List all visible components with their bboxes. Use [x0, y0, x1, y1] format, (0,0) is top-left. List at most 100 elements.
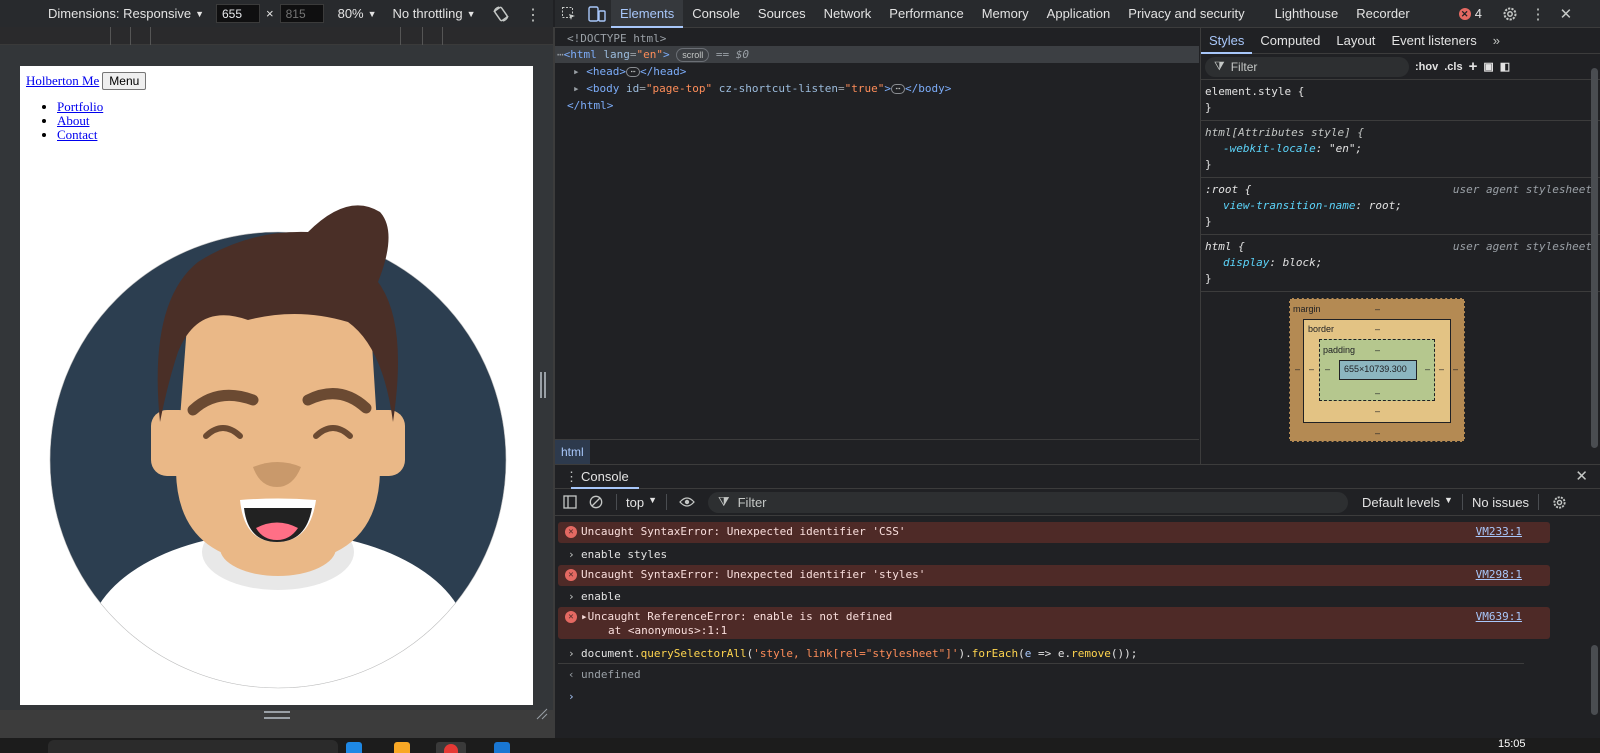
rule-property[interactable]: display: [1223, 256, 1269, 269]
padding-top-value[interactable]: –: [1375, 345, 1380, 355]
tab-memory[interactable]: Memory: [973, 0, 1038, 28]
rule-value[interactable]: "en";: [1329, 142, 1362, 155]
margin-left-value[interactable]: –: [1295, 364, 1300, 374]
tab-privacy-security[interactable]: Privacy and security: [1119, 0, 1253, 28]
close-icon[interactable]: ✕: [1552, 5, 1580, 23]
console-prompt[interactable]: ›: [558, 687, 1550, 707]
border-top-value[interactable]: –: [1375, 324, 1380, 334]
border-bottom-value[interactable]: –: [1375, 406, 1380, 416]
ellipsis-badge[interactable]: ⋯: [626, 67, 640, 77]
dom-body-node[interactable]: ▸ <body id="page-top" cz-shortcut-listen…: [573, 80, 951, 97]
tab-network[interactable]: Network: [815, 0, 881, 28]
brand-link[interactable]: Holberton Me: [26, 73, 99, 89]
console-filter-input[interactable]: ⧩ Filter: [708, 491, 1348, 513]
dom-head-node[interactable]: ▸ <head> ⋯ </head>: [573, 63, 686, 80]
corner-resize-icon[interactable]: [536, 708, 548, 720]
menu-button[interactable]: Menu: [102, 72, 147, 90]
more-options-icon[interactable]: ⋮: [1524, 5, 1552, 23]
tab-event-listeners[interactable]: Event listeners: [1383, 28, 1484, 54]
throttling-dropdown[interactable]: No throttling ▼: [393, 6, 476, 21]
taskbar-app-icon[interactable]: [346, 742, 362, 753]
scroll-badge[interactable]: scroll: [676, 48, 710, 62]
rule-value[interactable]: block;: [1283, 256, 1323, 269]
nav-link-about[interactable]: About: [57, 113, 90, 128]
settings-gear-icon[interactable]: [1496, 6, 1524, 22]
console-settings-icon[interactable]: [1548, 495, 1570, 510]
more-tabs-icon[interactable]: »: [1485, 28, 1508, 54]
rule-value[interactable]: root;: [1369, 199, 1402, 212]
width-input[interactable]: [216, 4, 260, 23]
dom-doctype[interactable]: <!DOCTYPE html>: [567, 30, 666, 47]
expand-triangle-icon[interactable]: ▸: [573, 82, 580, 95]
emulated-page: Holberton Me Menu Portfolio About Contac…: [20, 66, 533, 705]
tab-console[interactable]: Console: [683, 0, 749, 28]
height-input[interactable]: [279, 4, 324, 23]
expand-triangle-icon[interactable]: ▸: [581, 610, 588, 623]
source-link[interactable]: VM639:1: [1476, 610, 1522, 624]
nav-link-portfolio[interactable]: Portfolio: [57, 99, 103, 114]
nav-link-contact[interactable]: Contact: [57, 127, 97, 142]
more-options-icon[interactable]: ⋮: [525, 5, 541, 25]
horizontal-resize-handle[interactable]: [540, 372, 546, 398]
padding-bottom-value[interactable]: –: [1375, 388, 1380, 398]
padding-right-value[interactable]: –: [1425, 364, 1430, 374]
taskbar-app-icon[interactable]: [394, 742, 410, 753]
dom-html-node[interactable]: ⋯<html lang="en"> scroll == $0: [555, 46, 1199, 63]
rotate-icon[interactable]: [492, 5, 510, 23]
rule-property[interactable]: -webkit-locale: [1223, 142, 1316, 155]
style-rule-html[interactable]: html { user agent stylesheet display: bl…: [1201, 235, 1600, 292]
error-count-badge[interactable]: ✕ 4: [1458, 6, 1482, 21]
style-rule-element[interactable]: element.style { }: [1201, 80, 1600, 121]
clear-console-icon[interactable]: [585, 495, 607, 509]
device-toolbar-icon[interactable]: [583, 5, 611, 22]
log-levels-dropdown[interactable]: Default levels ▼: [1362, 495, 1453, 510]
live-expression-eye-icon[interactable]: [676, 496, 698, 508]
stack-frame: at <anonymous>:1:1: [608, 624, 728, 637]
taskbar-app-icon[interactable]: [494, 742, 510, 753]
styles-scrollbar[interactable]: [1591, 68, 1598, 448]
close-drawer-icon[interactable]: ✕: [1575, 467, 1588, 485]
zoom-dropdown[interactable]: 80% ▼: [338, 6, 377, 21]
border-right-value[interactable]: –: [1439, 364, 1444, 374]
sidebar-toggle-icon[interactable]: [559, 495, 581, 509]
expand-triangle-icon[interactable]: ▸: [573, 65, 580, 78]
tab-styles[interactable]: Styles: [1201, 28, 1253, 54]
tab-recorder[interactable]: Recorder: [1347, 0, 1418, 28]
margin-bottom-value[interactable]: –: [1375, 428, 1380, 438]
tab-sources[interactable]: Sources: [749, 0, 815, 28]
margin-right-value[interactable]: –: [1453, 364, 1458, 374]
tab-drawer-console[interactable]: Console: [571, 465, 639, 489]
context-selector[interactable]: top ▼: [626, 495, 657, 510]
dom-html-close[interactable]: </html>: [567, 97, 613, 114]
tab-lighthouse[interactable]: Lighthouse: [1266, 0, 1348, 28]
breadcrumb-html[interactable]: html: [555, 440, 590, 464]
vertical-resize-handle[interactable]: [264, 711, 290, 719]
margin-top-value[interactable]: –: [1375, 304, 1380, 314]
tab-elements[interactable]: Elements: [611, 0, 684, 28]
tab-application[interactable]: Application: [1038, 0, 1120, 28]
tab-computed[interactable]: Computed: [1252, 28, 1328, 54]
taskbar-search[interactable]: [48, 740, 338, 753]
rule-property[interactable]: view-transition-name: [1223, 199, 1355, 212]
source-link[interactable]: VM233:1: [1476, 525, 1522, 539]
hov-toggle[interactable]: :hov: [1415, 61, 1438, 73]
ellipsis-badge[interactable]: ⋯: [890, 84, 905, 94]
inspect-element-icon[interactable]: [555, 6, 583, 22]
cls-toggle[interactable]: .cls: [1444, 61, 1462, 73]
issues-counter[interactable]: No issues: [1472, 495, 1529, 510]
style-rule-root[interactable]: :root { user agent stylesheet view-trans…: [1201, 178, 1600, 235]
styles-filter-input[interactable]: ⧩ Filter: [1205, 56, 1409, 77]
source-link[interactable]: VM298:1: [1476, 568, 1522, 582]
drawer-menu-icon[interactable]: ⋮: [565, 469, 578, 485]
paint-icon[interactable]: ▣: [1483, 60, 1493, 73]
add-rule-icon[interactable]: +: [1469, 58, 1478, 75]
tab-layout[interactable]: Layout: [1328, 28, 1383, 54]
margin-label: margin: [1293, 304, 1321, 314]
tab-performance[interactable]: Performance: [880, 0, 972, 28]
console-scrollbar[interactable]: [1591, 645, 1598, 715]
padding-left-value[interactable]: –: [1325, 364, 1330, 374]
border-left-value[interactable]: –: [1309, 364, 1314, 374]
dimensions-dropdown[interactable]: Dimensions: Responsive ▼: [48, 6, 204, 21]
style-rule-html-attributes[interactable]: html[Attributes style] { -webkit-locale:…: [1201, 121, 1600, 178]
sidebar-toggle-icon[interactable]: ◧: [1500, 60, 1510, 73]
